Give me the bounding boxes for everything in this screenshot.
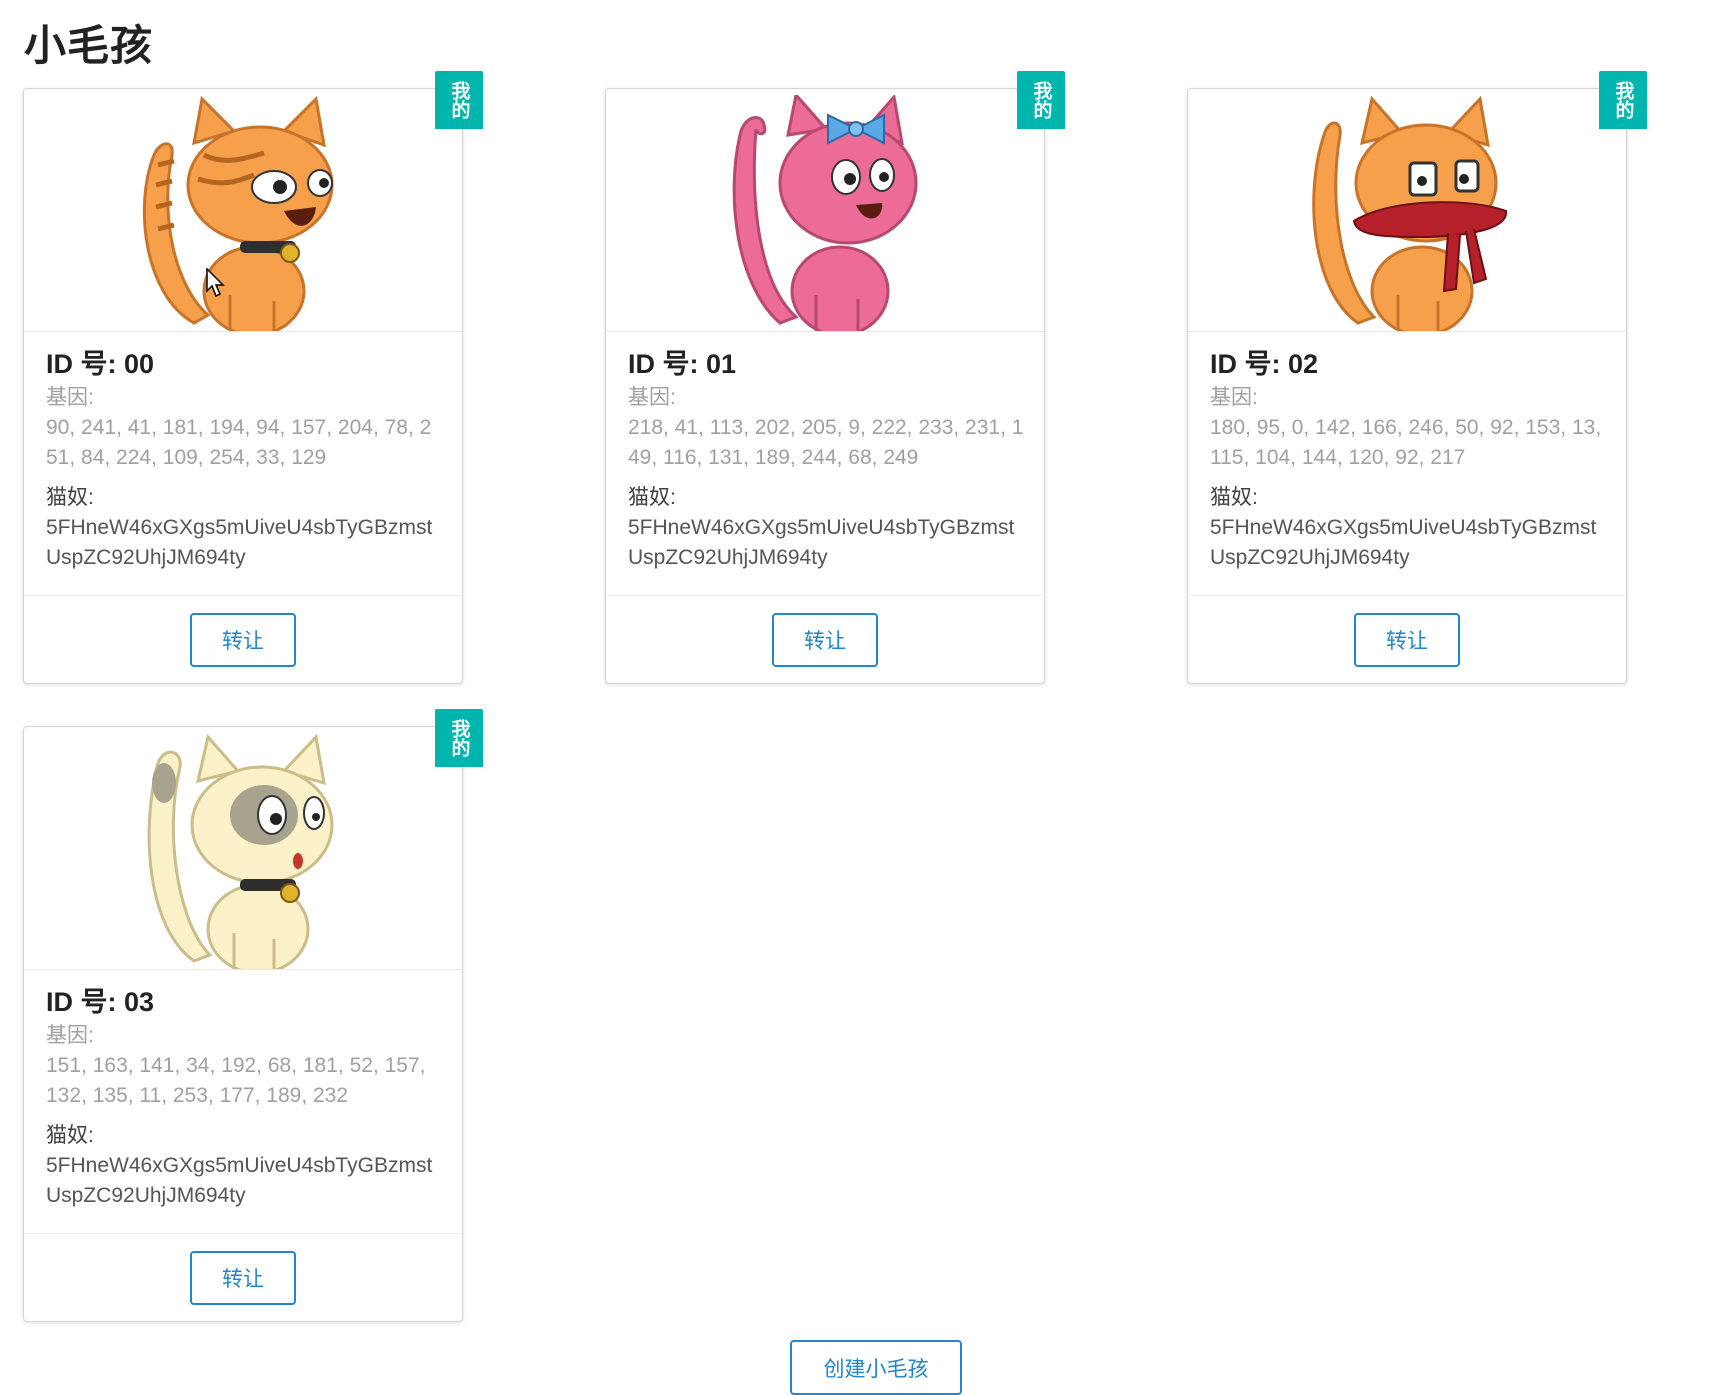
genes-value: 151, 163, 141, 34, 192, 68, 181, 52, 157… [46,1054,426,1107]
kitty-card: 我的 ID 号: 00 基因: 90, 241, 41, 181, 194, 9… [23,71,483,684]
owner-label: 猫奴: [46,486,94,509]
genes-value: 180, 95, 0, 142, 166, 246, 50, 92, 153, … [1210,416,1602,469]
kitty-card: 我的 ID 号: 03 基因: 151, 163, 141, 34, 192, … [23,709,483,1322]
owner-value: 5FHneW46xGXgs5mUiveU4sbTyGBzmstUspZC92Uh… [1210,516,1597,569]
owner-value: 5FHneW46xGXgs5mUiveU4sbTyGBzmstUspZC92Uh… [46,1154,433,1207]
kitty-card: 我的 ID 号: 01 基因: 218, 41, 113, 202, 205, … [605,71,1065,684]
pink-cat-with-blue-bow-icon [732,95,918,331]
mine-ribbon: 我的 [1017,71,1065,129]
mine-ribbon: 我的 [435,71,483,129]
owner-label: 猫奴: [628,486,676,509]
kitty-content: ID 号: 01 基因: 218, 41, 113, 202, 205, 9, … [628,347,1024,573]
mine-ribbon: 我的 [435,709,483,767]
mine-ribbon: 我的 [1599,71,1647,129]
card-footer: 转让 [24,1233,462,1321]
transfer-button[interactable]: 转让 [190,613,296,667]
genes-value: 90, 241, 41, 181, 194, 94, 157, 204, 78,… [46,416,432,469]
kitty-image [24,89,462,332]
kitty-id: ID 号: 00 [46,349,155,379]
orange-cat-with-red-scarf-icon [1312,95,1508,331]
kitty-id: ID 号: 01 [628,349,737,379]
genes-value: 218, 41, 113, 202, 205, 9, 222, 233, 231… [628,416,1024,469]
orange-tabby-cat-with-collar-icon [142,95,334,331]
owner-value: 5FHneW46xGXgs5mUiveU4sbTyGBzmstUspZC92Uh… [628,516,1015,569]
kitty-content: ID 号: 02 基因: 180, 95, 0, 142, 166, 246, … [1210,347,1606,573]
card-footer: 转让 [1188,595,1626,683]
owner-label: 猫奴: [46,1124,94,1147]
page-title: 小毛孩 [24,22,154,69]
kitty-image [1188,89,1626,332]
genes-label: 基因: [46,386,94,409]
kitty-content: ID 号: 00 基因: 90, 241, 41, 181, 194, 94, … [46,347,442,573]
mouse-pointer-icon [206,268,225,298]
card-footer: 转让 [24,595,462,683]
owner-label: 猫奴: [1210,486,1258,509]
kitty-card: 我的 ID 号: 02 基因: 180, 95, 0, 142, 166, 24… [1187,71,1647,684]
cream-cat-with-eye-patch-icon [147,733,334,969]
transfer-button[interactable]: 转让 [190,1251,296,1305]
kitty-id: ID 号: 02 [1210,349,1319,379]
genes-label: 基因: [1210,386,1258,409]
card-footer: 转让 [606,595,1044,683]
kitty-image [24,727,462,970]
genes-label: 基因: [628,386,676,409]
owner-value: 5FHneW46xGXgs5mUiveU4sbTyGBzmstUspZC92Uh… [46,516,433,569]
genes-label: 基因: [46,1024,94,1047]
create-kitty-button[interactable]: 创建小毛孩 [790,1340,962,1395]
transfer-button[interactable]: 转让 [1354,613,1460,667]
kitty-id: ID 号: 03 [46,987,155,1017]
transfer-button[interactable]: 转让 [772,613,878,667]
kitty-content: ID 号: 03 基因: 151, 163, 141, 34, 192, 68,… [46,985,442,1211]
kitty-image [606,89,1044,332]
